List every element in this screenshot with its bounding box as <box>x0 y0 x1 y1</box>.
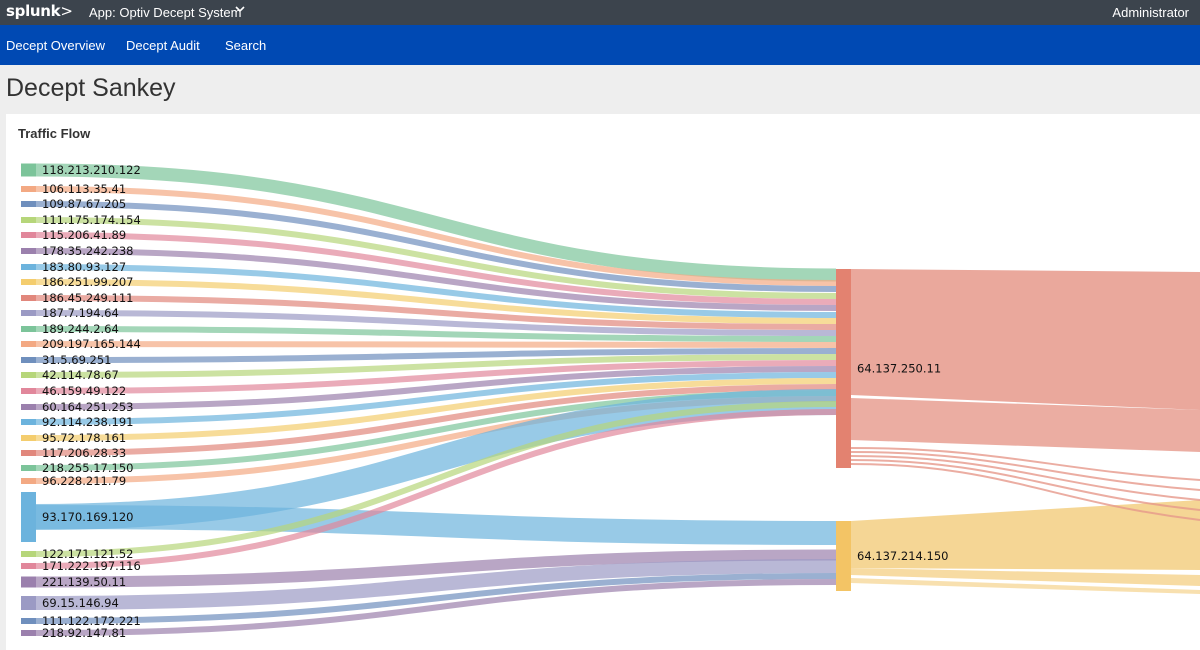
source-label: 187.7.194.64 <box>42 306 119 320</box>
source-node <box>21 450 36 456</box>
target-label: 64.137.250.11 <box>857 362 941 376</box>
source-node <box>21 248 36 254</box>
outflow-strand <box>850 455 1200 501</box>
source-node <box>21 388 36 394</box>
sankey-links <box>35 163 837 636</box>
source-node <box>21 295 36 301</box>
source-node <box>21 404 36 410</box>
source-node <box>21 465 36 471</box>
source-node <box>21 341 36 347</box>
source-label: 186.45.249.111 <box>42 291 133 305</box>
source-label: 109.87.67.205 <box>42 197 126 211</box>
sankey-link <box>35 341 837 348</box>
source-node <box>21 357 36 363</box>
source-node <box>21 419 36 425</box>
source-label: 93.170.169.120 <box>42 510 133 524</box>
target-node <box>836 269 851 468</box>
source-label: 186.251.99.207 <box>42 275 133 289</box>
source-label: 31.5.69.251 <box>42 353 112 367</box>
source-label: 46.159.49.122 <box>42 384 126 398</box>
source-node <box>21 310 36 316</box>
source-label: 92.114.238.191 <box>42 415 133 429</box>
source-label: 209.197.165.144 <box>42 337 141 351</box>
source-node <box>21 596 36 610</box>
source-label: 221.139.50.11 <box>42 575 126 589</box>
source-node <box>21 478 36 484</box>
outflow-band <box>851 269 1200 410</box>
source-node <box>21 563 36 569</box>
source-node <box>21 326 36 332</box>
target-label: 64.137.214.150 <box>857 549 948 563</box>
source-label: 95.72.178.161 <box>42 431 126 445</box>
source-label: 118.213.210.122 <box>42 163 141 177</box>
source-label: 96.228.211.79 <box>42 474 126 488</box>
source-node <box>21 372 36 378</box>
source-node <box>21 435 36 441</box>
source-label: 171.222.197.116 <box>42 559 141 573</box>
source-node <box>21 264 36 270</box>
source-label: 111.175.174.154 <box>42 213 141 227</box>
source-label: 178.35.242.238 <box>42 244 133 258</box>
source-node <box>21 492 36 542</box>
source-node <box>21 279 36 285</box>
source-label: 115.206.41.89 <box>42 228 126 242</box>
source-label: 218.92.147.81 <box>42 626 126 640</box>
source-node <box>21 163 36 177</box>
sankey-chart: 118.213.210.122 106.113.35.41109.87.67.20… <box>21 163 1200 640</box>
source-node <box>21 551 36 557</box>
source-label: 218.255.17.150 <box>42 461 133 475</box>
source-node <box>21 618 36 624</box>
source-node <box>21 201 36 207</box>
source-label: 60.164.251.253 <box>42 400 133 414</box>
source-label: 117.206.28.33 <box>42 446 126 460</box>
source-node <box>21 217 36 223</box>
source-label: 42.114.78.67 <box>42 368 119 382</box>
source-node <box>21 186 36 192</box>
source-label: 106.113.35.41 <box>42 182 126 196</box>
source-label: 189.244.2.64 <box>42 322 119 336</box>
target-node <box>836 521 851 591</box>
source-node <box>21 232 36 238</box>
source-label: 69.15.146.94 <box>42 596 119 610</box>
source-node <box>21 576 36 588</box>
source-node <box>21 630 36 636</box>
source-label: 183.80.93.127 <box>42 260 126 274</box>
sankey-link <box>35 505 837 545</box>
sankey-outflows <box>850 269 1200 594</box>
